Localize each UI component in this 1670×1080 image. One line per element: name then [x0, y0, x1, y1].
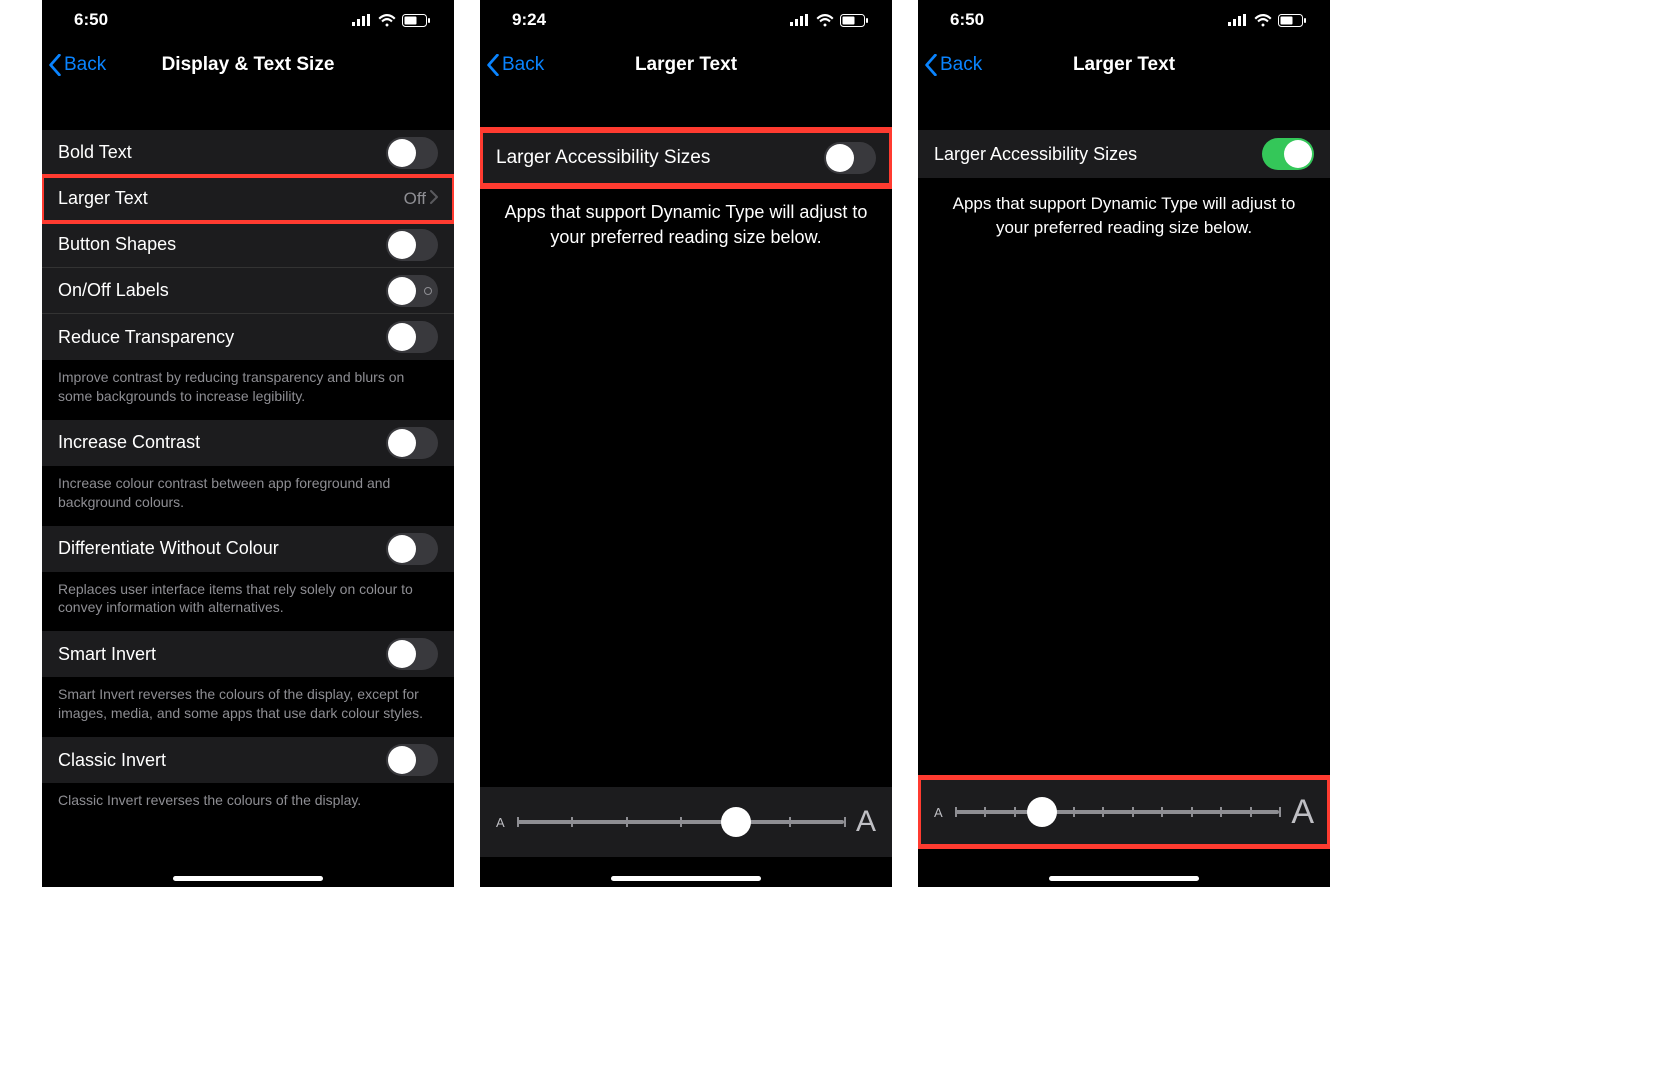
row-label: Bold Text: [58, 142, 386, 163]
status-time: 9:24: [512, 10, 546, 30]
status-icons: [1228, 14, 1306, 27]
footer-increase-contrast: Increase colour contrast between app for…: [42, 466, 454, 526]
row-onoff-labels[interactable]: On/Off Labels: [42, 268, 454, 314]
cellular-icon: [1228, 14, 1248, 26]
slider-min-icon: A: [496, 815, 505, 830]
text-size-slider-area: A A: [918, 777, 1330, 847]
row-differentiate-without-colour[interactable]: Differentiate Without Colour: [42, 526, 454, 572]
page-title: Display & Text Size: [42, 54, 454, 76]
battery-icon: [402, 14, 430, 27]
text-size-slider[interactable]: [517, 820, 844, 824]
row-label: On/Off Labels: [58, 280, 386, 301]
status-bar: 6:50: [918, 0, 1330, 40]
status-bar: 6:50: [42, 0, 454, 40]
toggle-onoff-labels[interactable]: [386, 275, 438, 307]
home-indicator[interactable]: [1049, 876, 1199, 881]
toggle-classic-invert[interactable]: [386, 744, 438, 776]
slider-min-icon: A: [934, 805, 943, 820]
page-title: Larger Text: [918, 54, 1330, 76]
row-button-shapes[interactable]: Button Shapes: [42, 222, 454, 268]
text-size-slider[interactable]: [955, 810, 1280, 814]
battery-icon: [1278, 14, 1306, 27]
row-label: Increase Contrast: [58, 432, 386, 453]
cellular-icon: [790, 14, 810, 26]
status-time: 6:50: [74, 10, 108, 30]
row-label: Classic Invert: [58, 750, 386, 771]
row-smart-invert[interactable]: Smart Invert: [42, 631, 454, 677]
row-value: Off: [404, 189, 426, 209]
footer-classic-invert: Classic Invert reverses the colours of t…: [42, 783, 454, 824]
nav-bar: Back Display & Text Size: [42, 40, 454, 90]
row-classic-invert[interactable]: Classic Invert: [42, 737, 454, 783]
toggle-button-shapes[interactable]: [386, 229, 438, 261]
row-label: Button Shapes: [58, 234, 386, 255]
row-larger-accessibility-sizes: Larger Accessibility Sizes: [480, 130, 892, 186]
battery-icon: [840, 14, 868, 27]
home-indicator[interactable]: [173, 876, 323, 881]
home-indicator[interactable]: [611, 876, 761, 881]
footer-reduce-transparency: Improve contrast by reducing transparenc…: [42, 360, 454, 420]
nav-bar: Back Larger Text: [918, 40, 1330, 90]
wifi-icon: [1254, 14, 1272, 27]
slider-max-icon: A: [856, 805, 876, 839]
row-label: Larger Accessibility Sizes: [934, 144, 1262, 165]
dynamic-type-description: Apps that support Dynamic Type will adju…: [918, 178, 1330, 254]
text-size-slider-area: A A: [480, 787, 892, 857]
cellular-icon: [352, 14, 372, 26]
chevron-right-icon: [430, 188, 438, 209]
footer-differentiate-without-colour: Replaces user interface items that rely …: [42, 572, 454, 632]
row-label: Larger Accessibility Sizes: [496, 147, 824, 169]
settings-list: Bold Text Larger Text Off Button Shapes …: [42, 130, 454, 824]
wifi-icon: [378, 14, 396, 27]
toggle-differentiate-without-colour[interactable]: [386, 533, 438, 565]
row-label: Reduce Transparency: [58, 327, 386, 348]
toggle-increase-contrast[interactable]: [386, 427, 438, 459]
footer-smart-invert: Smart Invert reverses the colours of the…: [42, 677, 454, 737]
row-larger-accessibility-sizes-inner[interactable]: Larger Accessibility Sizes: [918, 130, 1330, 178]
row-larger-accessibility-sizes-inner[interactable]: Larger Accessibility Sizes: [480, 130, 892, 186]
row-label: Larger Text: [58, 188, 404, 209]
toggle-reduce-transparency[interactable]: [386, 321, 438, 353]
toggle-bold-text[interactable]: [386, 137, 438, 169]
row-label: Differentiate Without Colour: [58, 538, 386, 559]
row-bold-text[interactable]: Bold Text: [42, 130, 454, 176]
screen-larger-text-off: 9:24 Back Larger Text Larger Accessibili…: [480, 0, 892, 887]
toggle-smart-invert[interactable]: [386, 638, 438, 670]
row-reduce-transparency[interactable]: Reduce Transparency: [42, 314, 454, 360]
row-larger-text[interactable]: Larger Text Off: [42, 176, 454, 222]
row-increase-contrast[interactable]: Increase Contrast: [42, 420, 454, 466]
toggle-larger-accessibility-sizes[interactable]: [824, 142, 876, 174]
row-larger-accessibility-sizes: Larger Accessibility Sizes: [918, 130, 1330, 178]
row-label: Smart Invert: [58, 644, 386, 665]
status-bar: 9:24: [480, 0, 892, 40]
dynamic-type-description: Apps that support Dynamic Type will adju…: [480, 186, 892, 264]
page-title: Larger Text: [480, 54, 892, 76]
screen-larger-text-on: 6:50 Back Larger Text Larger Accessibili…: [918, 0, 1330, 887]
screen-display-text-size: 6:50 Back Display & Text Size Bold Text: [42, 0, 454, 887]
status-icons: [790, 14, 868, 27]
status-time: 6:50: [950, 10, 984, 30]
slider-max-icon: A: [1291, 793, 1314, 832]
wifi-icon: [816, 14, 834, 27]
nav-bar: Back Larger Text: [480, 40, 892, 90]
status-icons: [352, 14, 430, 27]
toggle-larger-accessibility-sizes[interactable]: [1262, 138, 1314, 170]
